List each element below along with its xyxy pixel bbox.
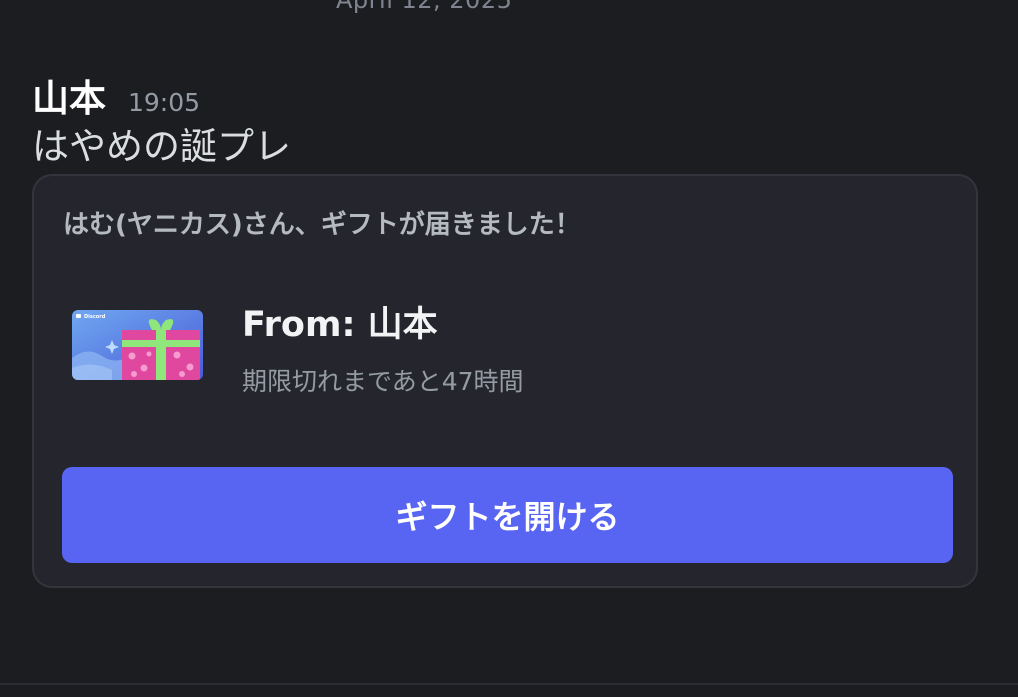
message-timestamp: 19:05 [128, 88, 201, 117]
gift-thumbnail-image: Discord [72, 310, 203, 380]
username[interactable]: 山本 [32, 68, 106, 122]
gift-sender: From: 山本 [242, 305, 438, 345]
divider [0, 683, 1018, 685]
open-gift-button-label: ギフトを開ける [395, 498, 620, 536]
gift-expiry-text: 期限切れまであと47時間 [242, 367, 524, 396]
thumbnail-brand: Discord [84, 314, 106, 320]
gift-embed-card: はむ(ヤニカス)さん、ギフトが届きました！ Discord From: 山本 期… [32, 174, 978, 588]
gift-header: はむ(ヤニカス)さん、ギフトが届きました！ [63, 210, 581, 240]
message-text: はやめの誕プレ [32, 125, 291, 168]
message-header: 山本 19:05 [32, 68, 200, 122]
chat-view: April 12, 2025 山本 19:05 はやめの誕プレ はむ(ヤニカス)… [0, 0, 1018, 697]
date-divider: April 12, 2025 [336, 0, 513, 14]
open-gift-button[interactable]: ギフトを開ける [62, 467, 953, 563]
discord-logo-icon [76, 314, 81, 318]
